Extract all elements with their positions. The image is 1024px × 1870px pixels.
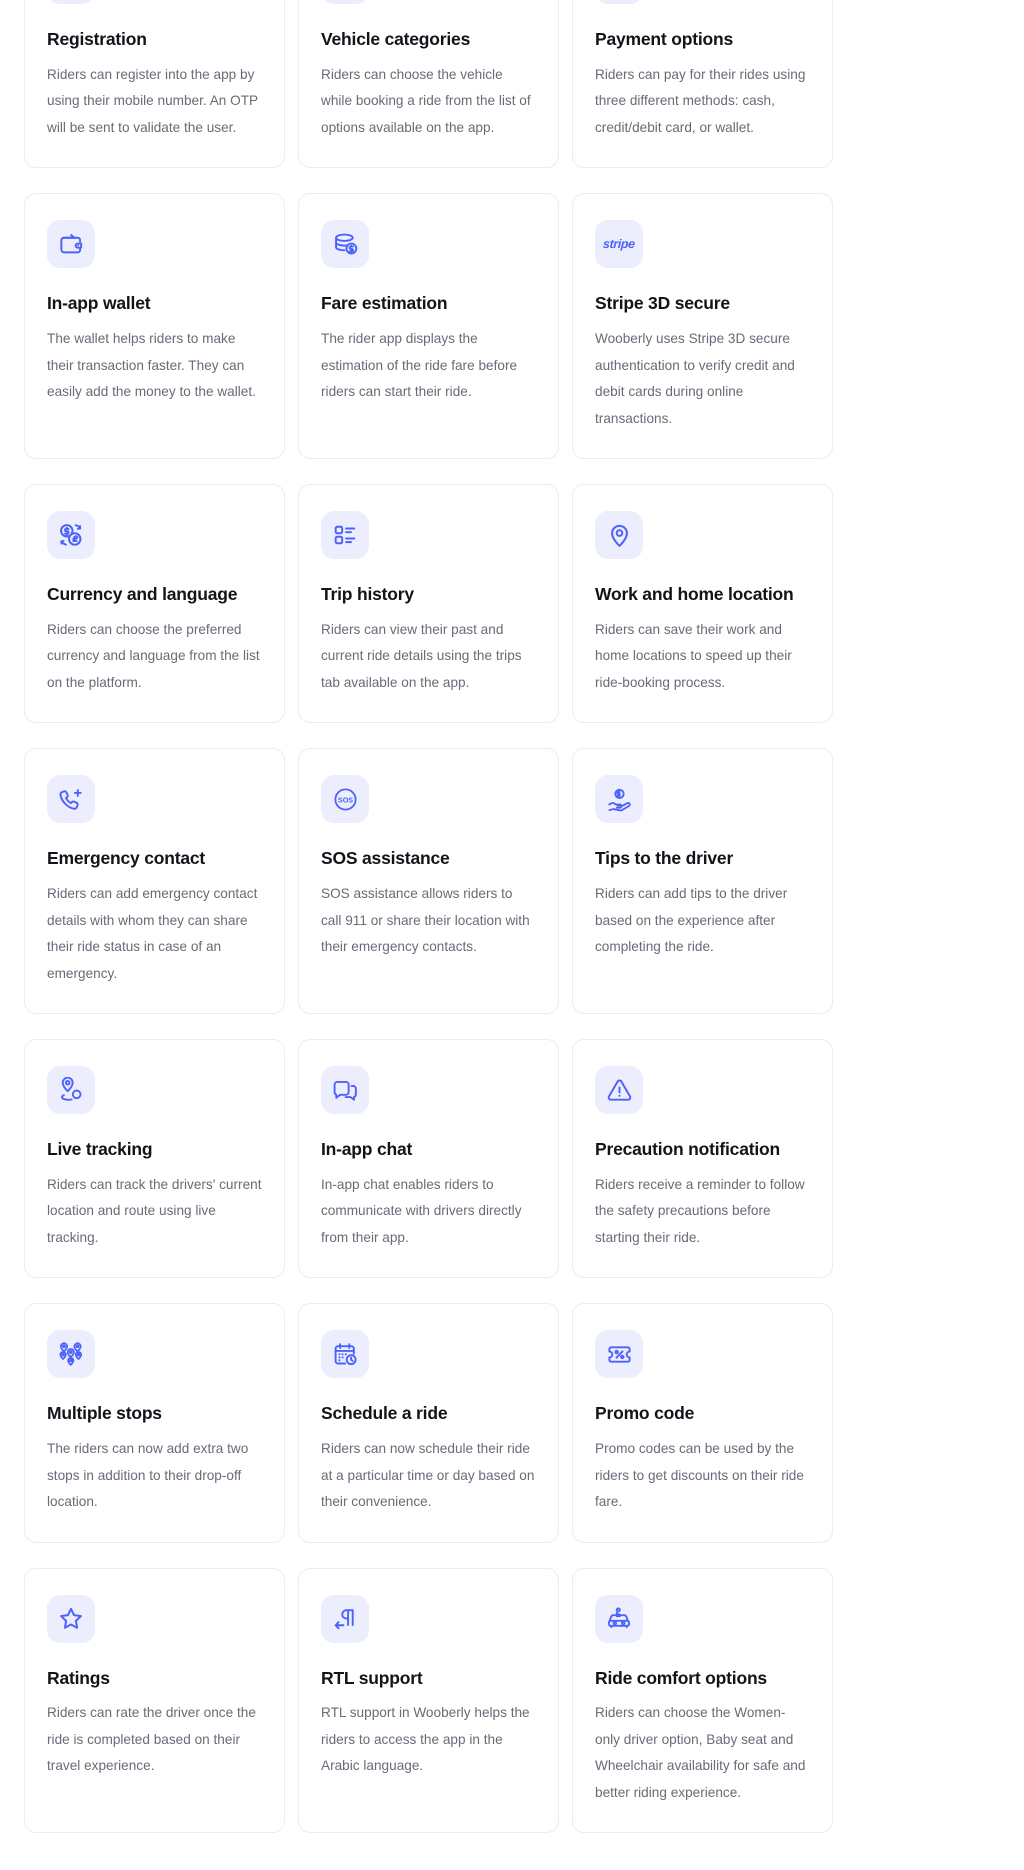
wallet-icon <box>47 220 95 269</box>
feature-description: Promo codes can be used by the riders to… <box>595 1441 804 1509</box>
feature-title: Tips to the driver <box>595 848 734 869</box>
feature-title: Emergency contact <box>47 848 206 869</box>
feature-title: Vehicle categories <box>321 29 471 49</box>
feature-card: Payment options Riders can pay for their … <box>572 0 833 169</box>
warning-triangle-icon <box>595 1066 643 1114</box>
feature-card: Ratings Riders can rate the driver once t… <box>24 1567 285 1834</box>
feature-description: Riders can choose the Women-only driver … <box>595 1705 806 1800</box>
tip-hand-coin-icon <box>595 775 643 824</box>
user-add-icon <box>47 0 95 4</box>
feature-title: Live tracking <box>47 1139 153 1159</box>
sos-icon: SOS <box>321 775 369 824</box>
list-details-icon <box>321 511 369 559</box>
feature-title: RTL support <box>321 1667 423 1688</box>
feature-description: Riders can track the drivers' current lo… <box>47 1176 262 1245</box>
feature-card-grid: Registration Riders can register into the… <box>0 0 1024 1834</box>
feature-description: Riders can pay for their rides using thr… <box>595 66 806 135</box>
feature-card: Live tracking Riders can track the driver… <box>24 1039 285 1279</box>
feature-card: RTL support RTL support in Wooberly helps… <box>298 1567 559 1834</box>
feature-description: Riders can register into the app by usin… <box>47 66 258 135</box>
feature-card: Currency and language Riders can choose t… <box>24 484 285 724</box>
phone-plus-icon <box>47 775 95 824</box>
stripe-logo-icon: stripe <box>595 220 643 269</box>
feature-card: Vehicle categories Riders can choose the … <box>298 0 559 169</box>
feature-title: In-app wallet <box>47 293 151 314</box>
feature-description: The wallet helps riders to make their tr… <box>47 331 256 399</box>
currency-exchange-icon <box>47 511 95 559</box>
feature-title: Precaution notification <box>595 1139 780 1159</box>
feature-card: In-app wallet The wallet helps riders to … <box>24 193 285 459</box>
feature-title: Payment options <box>595 29 733 49</box>
feature-description: In-app chat enables riders to communicat… <box>321 1176 522 1245</box>
svg-text:SOS: SOS <box>337 795 352 804</box>
feature-description: SOS assistance allows riders to call 911… <box>321 886 530 954</box>
location-pin-icon <box>595 511 643 559</box>
feature-title: Work and home location <box>595 584 794 604</box>
feature-title: Fare estimation <box>321 293 448 314</box>
feature-card: In-app chat In-app chat enables riders to… <box>298 1039 559 1279</box>
feature-description: Riders can choose the preferred currency… <box>47 621 260 690</box>
feature-description: Riders receive a reminder to follow the … <box>595 1176 805 1245</box>
feature-description: Riders can choose the vehicle while book… <box>321 66 531 135</box>
feature-card: Trip history Riders can view their past a… <box>298 484 559 724</box>
feature-card: Schedule a ride Riders can now schedule t… <box>298 1303 559 1543</box>
credit-cards-icon <box>595 0 643 4</box>
feature-card: Ride comfort options Riders can choose th… <box>572 1567 833 1834</box>
feature-description: Wooberly uses Stripe 3D secure authentic… <box>595 331 795 426</box>
feature-description: Riders can view their past and current r… <box>321 621 522 690</box>
feature-title: Trip history <box>321 584 414 604</box>
star-outline-icon <box>47 1594 95 1643</box>
feature-title: Promo code <box>595 1403 695 1424</box>
feature-title: SOS assistance <box>321 848 450 869</box>
rtl-paragraph-icon <box>321 1594 369 1643</box>
feature-description: Riders can add emergency contact details… <box>47 886 258 981</box>
feature-title: Stripe 3D secure <box>595 293 730 314</box>
feature-title: Registration <box>47 29 147 49</box>
feature-card: SOS SOS assistance SOS assistance allows r… <box>298 748 559 1014</box>
feature-title: Schedule a ride <box>321 1403 448 1424</box>
chat-bubbles-icon <box>321 1066 369 1114</box>
feature-description: RTL support in Wooberly helps the riders… <box>321 1705 530 1774</box>
feature-card: Precaution notification Riders receive a … <box>572 1039 833 1279</box>
feature-card: Fare estimation The rider app displays th… <box>298 193 559 459</box>
feature-title: Ride comfort options <box>595 1667 767 1688</box>
feature-title: Currency and language <box>47 584 238 604</box>
feature-description: Riders can add tips to the driver based … <box>595 886 788 954</box>
promo-ticket-percent-icon <box>595 1330 643 1379</box>
feature-card: Emergency contact Riders can add emergenc… <box>24 748 285 1014</box>
feature-card: Work and home location Riders can save th… <box>572 484 833 724</box>
feature-card: Tips to the driver Riders can add tips to… <box>572 748 833 1014</box>
feature-description: The rider app displays the estimation of… <box>321 331 518 399</box>
money-stack-icon <box>321 220 369 269</box>
feature-title: Multiple stops <box>47 1403 162 1424</box>
feature-card: Multiple stops The riders can now add ext… <box>24 1303 285 1543</box>
feature-card: Promo code Promo codes can be used by the… <box>572 1303 833 1543</box>
feature-card: stripe Stripe 3D secure Wooberly uses Stri… <box>572 193 833 459</box>
feature-description: The riders can now add extra two stops i… <box>47 1441 249 1509</box>
feature-description: Riders can now schedule their ride at a … <box>321 1441 535 1509</box>
feature-title: In-app chat <box>321 1139 413 1159</box>
feature-description: Riders can rate the driver once the ride… <box>47 1705 256 1774</box>
live-tracking-pin-icon <box>47 1066 95 1114</box>
feature-title: Ratings <box>47 1667 110 1688</box>
multiple-stops-pins-icon <box>47 1330 95 1379</box>
feature-card: Registration Riders can register into the… <box>24 0 285 169</box>
car-front-icon <box>321 0 369 4</box>
feature-description: Riders can save their work and home loca… <box>595 621 792 690</box>
calendar-clock-icon <box>321 1330 369 1379</box>
car-accessibility-icon <box>595 1594 643 1643</box>
